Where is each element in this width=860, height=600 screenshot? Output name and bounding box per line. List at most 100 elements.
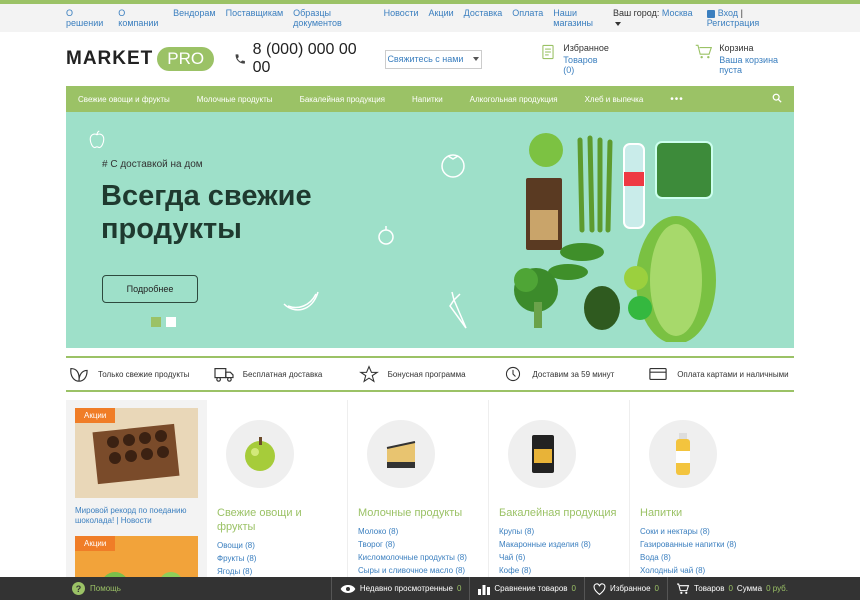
topnav-link-stores[interactable]: Наши магазины (553, 8, 613, 28)
category-image-grocery[interactable] (508, 420, 576, 488)
feature-free-delivery: Бесплатная доставка (213, 365, 358, 383)
favorites-widget[interactable]: Избранное Товаров (0) (540, 43, 610, 75)
favorites-count[interactable]: Товаров (0) (563, 55, 609, 75)
compare-count: 0 (571, 584, 576, 593)
phone-number[interactable]: 8 (000) 000 00 00 (234, 41, 365, 77)
category-card-drinks: Напитки Соки и нектары (8) Газированные … (630, 400, 771, 590)
auth-separator: | (740, 8, 743, 18)
slider-dot-1[interactable] (151, 317, 161, 327)
help-button[interactable]: ? Помощь (72, 582, 121, 595)
feature-payment: Оплата картами и наличными (647, 365, 792, 383)
contact-us-button[interactable]: Свяжитесь с нами (385, 49, 482, 69)
category-link[interactable]: Макаронные изделия (8) (499, 538, 619, 551)
category-link[interactable]: Кисломолочные продукты (8) (358, 551, 478, 564)
recently-viewed-button[interactable]: Недавно просмотренные 0 (332, 584, 470, 594)
category-title[interactable]: Напитки (640, 506, 761, 520)
category-links: Соки и нектары (8) Газированные напитки … (640, 525, 761, 577)
cart-bar-button[interactable]: Товаров 0 Сумма 0 руб. (668, 583, 788, 595)
category-link[interactable]: Овощи (8) (217, 539, 337, 552)
search-button[interactable] (772, 92, 782, 106)
banana-outline-icon (283, 291, 319, 311)
promo-image-chocolates[interactable]: Акции (75, 408, 198, 498)
topnav-link-documents[interactable]: Образцы документов (293, 8, 373, 28)
category-links: Молоко (8) Творог (8) Кисломолочные прод… (358, 525, 478, 577)
top-nav: О решении О компании Вендорам Поставщика… (66, 8, 613, 28)
catnav-item-alcohol[interactable]: Алкогольная продукция (470, 95, 558, 104)
favorites-bar-count: 0 (654, 584, 659, 593)
apple-outline-icon (89, 130, 105, 149)
top-bar: О решении О компании Вендорам Поставщика… (0, 4, 860, 32)
catnav-item-dairy[interactable]: Молочные продукты (197, 95, 273, 104)
cart-status[interactable]: Ваша корзина пуста (719, 55, 794, 75)
category-link[interactable]: Кофе (8) (499, 564, 619, 577)
topnav-link-about-solution[interactable]: О решении (66, 8, 108, 28)
clock-icon (506, 366, 521, 382)
promo-badge-2: Акции (75, 536, 116, 551)
category-image-dairy[interactable] (367, 420, 435, 488)
city-label: Ваш город: (612, 8, 660, 18)
header: MARKET PRO 8 (000) 000 00 00 Свяжитесь с… (0, 32, 860, 86)
topnav-link-payment[interactable]: Оплата (512, 8, 543, 28)
slider-dots (151, 317, 176, 327)
category-link[interactable]: Соки и нектары (8) (640, 525, 761, 538)
catnav-more-button[interactable]: ••• (670, 94, 684, 105)
goods-count: 0 (728, 584, 733, 593)
search-icon (772, 93, 782, 103)
category-link[interactable]: Крупы (8) (499, 525, 619, 538)
category-link[interactable]: Сыры и сливочное масло (8) (358, 564, 478, 577)
catnav-item-fruits-vegetables[interactable]: Свежие овощи и фрукты (78, 95, 170, 104)
hero-more-button[interactable]: Подробнее (102, 275, 198, 303)
favorites-bar-button[interactable]: Избранное 0 (585, 582, 667, 595)
category-link[interactable]: Молоко (8) (358, 525, 478, 538)
chevron-down-icon (473, 57, 480, 61)
logo[interactable]: MARKET PRO (66, 47, 215, 71)
cart-widget[interactable]: Корзина Ваша корзина пуста (695, 43, 794, 75)
topnav-link-delivery[interactable]: Доставка (464, 8, 503, 28)
favorites-title: Избранное (563, 43, 609, 53)
fruit-outline-icon (378, 226, 394, 245)
leaf-icon (70, 368, 88, 382)
category-image-drinks[interactable] (649, 420, 717, 488)
category-link[interactable]: Холодный чай (8) (640, 564, 761, 577)
city-selector[interactable]: Ваш город: Москва (613, 8, 697, 28)
slider-dot-2[interactable] (166, 317, 176, 327)
promo-category-link[interactable]: Новости (121, 516, 152, 525)
topnav-link-promotions[interactable]: Акции (428, 8, 453, 28)
category-link[interactable]: Газированные напитки (8) (640, 538, 761, 551)
catnav-item-bakery[interactable]: Хлеб и выпечка (585, 95, 644, 104)
star-icon (358, 365, 379, 383)
favorites-list-icon (542, 44, 554, 60)
category-links: Крупы (8) Макаронные изделия (8) Чай (6)… (499, 525, 619, 577)
category-image-fruits[interactable] (226, 420, 294, 488)
login-link[interactable]: Вход (718, 8, 738, 18)
category-title[interactable]: Молочные продукты (358, 506, 478, 520)
topnav-link-news[interactable]: Новости (384, 8, 419, 28)
hero-title: Всегда свежие продукты (101, 180, 312, 245)
topnav-link-vendors[interactable]: Вендорам (173, 8, 215, 28)
category-link[interactable]: Чай (6) (499, 551, 619, 564)
feature-free-delivery-label: Бесплатная доставка (242, 369, 323, 379)
feature-bonus: Бонусная программа (358, 365, 503, 383)
bar-chart-icon (478, 584, 491, 595)
apple-image (245, 437, 275, 471)
promo-column: Акции Мировой рекорд по поеданию шоколад… (66, 400, 207, 596)
contact-us-label: Свяжитесь с нами (387, 54, 464, 64)
compare-button[interactable]: Сравнение товаров 0 (470, 583, 584, 595)
catnav-item-drinks[interactable]: Напитки (412, 95, 443, 104)
promo-caption: Мировой рекорд по поеданию шоколада! | Н… (75, 506, 198, 526)
juice-bottle-image (676, 433, 690, 475)
category-link[interactable]: Фрукты (8) (217, 552, 337, 565)
category-title[interactable]: Свежие овощи и фрукты (217, 506, 337, 534)
feature-bonus-label: Бонусная программа (387, 369, 466, 379)
category-link[interactable]: Вода (8) (640, 551, 761, 564)
feature-fast-delivery-label: Доставим за 59 минут (532, 369, 615, 379)
category-title[interactable]: Бакалейная продукция (499, 506, 619, 520)
category-link[interactable]: Творог (8) (358, 538, 478, 551)
hero-tag: # С доставкой на дом (102, 159, 203, 170)
topnav-link-suppliers[interactable]: Поставщикам (226, 8, 284, 28)
topnav-link-about-company[interactable]: О компании (118, 8, 163, 28)
catnav-item-grocery[interactable]: Бакалейная продукция (300, 95, 385, 104)
sum-label: Сумма (736, 584, 763, 593)
coffee-bag-image (532, 435, 554, 473)
register-link[interactable]: Регистрация (707, 18, 760, 28)
